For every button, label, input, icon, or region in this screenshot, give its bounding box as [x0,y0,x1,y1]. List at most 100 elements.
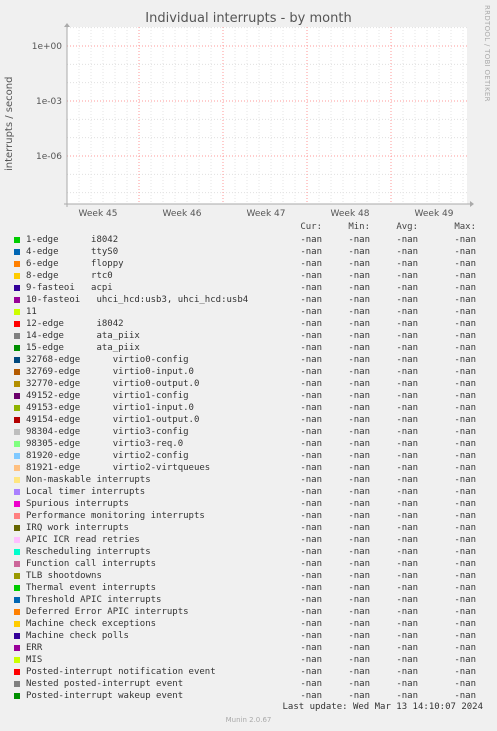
legend-row: 32769-edge virtio0-input.0 -nan -nan -nan -n… [0,366,497,378]
y-tick-label: 1e+00 [32,42,63,52]
y-ticks: 1e+00 1e-03 1e-06 [32,42,63,162]
legend-swatch [14,561,20,567]
x-tick-label: Week 46 [163,209,202,219]
legend-label: Spurious interrupts [26,499,129,509]
legend-avg-value: -nan [396,439,418,449]
legend-min-value: -nan [348,535,370,545]
legend-header-min: Min: [348,222,370,232]
legend-label: 49153-edge virtio1-input.0 [26,403,194,413]
legend-cur-value: -nan [300,235,322,245]
legend-avg-value: -nan [396,427,418,437]
legend-min-value: -nan [348,571,370,581]
legend-row: Local timer interrupts -nan -nan -nan -nan [0,486,497,498]
legend-swatch [14,525,20,531]
legend-label: 10-fasteoi uhci_hcd:usb3, uhci_hcd:usb4 [26,295,249,305]
legend-min-value: -nan [348,511,370,521]
legend-row: Posted-interrupt notification event -nan -… [0,666,497,678]
legend-label: Machine check polls [26,631,129,641]
legend-min-value: -nan [348,595,370,605]
legend-label: Threshold APIC interrupts [26,595,162,605]
legend-label: TLB shootdowns [26,571,102,581]
legend-row: Performance monitoring interrupts -nan -na… [0,510,497,522]
legend-label: 98304-edge virtio3-config [26,427,189,437]
legend-header-max: Max: [454,222,476,232]
legend-row: Non-maskable interrupts -nan -nan -nan -nan [0,474,497,486]
legend-min-value: -nan [348,439,370,449]
legend-min-value: -nan [348,343,370,353]
legend-avg-value: -nan [396,607,418,617]
legend-avg-value: -nan [396,391,418,401]
legend-min-value: -nan [348,667,370,677]
legend-swatch [14,669,20,675]
legend-min-value: -nan [348,487,370,497]
legend-min-value: -nan [348,547,370,557]
legend-avg-value: -nan [396,619,418,629]
legend-label: 49154-edge virtio1-output.0 [26,415,200,425]
legend-avg-value: -nan [396,475,418,485]
legend-label: ERR [26,643,43,653]
legend-cur-value: -nan [300,523,322,533]
legend-label: 81920-edge virtio2-config [26,451,189,461]
legend-row: Thermal event interrupts -nan -nan -nan -nan [0,582,497,594]
legend-avg-value: -nan [396,487,418,497]
legend-max-value: -nan [454,559,476,569]
legend-label: 8-edge rtc0 [26,271,113,281]
legend-max-value: -nan [454,583,476,593]
legend-row: Posted-interrupt wakeup event -nan -nan -na… [0,690,497,702]
legend-row: 11 -nan -nan -nan -nan [0,306,497,318]
legend-row: 98305-edge virtio3-req.0 -nan -nan -nan -nan [0,438,497,450]
legend-swatch [14,237,20,243]
legend-min-value: -nan [348,607,370,617]
legend-swatch [14,345,20,351]
legend-cur-value: -nan [300,451,322,461]
legend-cur-value: -nan [300,499,322,509]
legend-min-value: -nan [348,307,370,317]
legend-max-value: -nan [454,391,476,401]
legend-swatch [14,537,20,543]
legend-swatch [14,297,20,303]
legend-avg-value: -nan [396,331,418,341]
legend-avg-value: -nan [396,403,418,413]
legend-avg-value: -nan [396,535,418,545]
x-ticks: Week 45 Week 46 Week 47 Week 48 Week 49 [79,209,454,219]
legend-max-value: -nan [454,307,476,317]
legend-row: Machine check exceptions -nan -nan -nan -nan [0,618,497,630]
legend-cur-value: -nan [300,571,322,581]
legend-row: 15-edge ata_piix -nan -nan -nan -nan [0,342,497,354]
legend-cur-value: -nan [300,283,322,293]
legend-min-value: -nan [348,463,370,473]
legend-swatch [14,657,20,663]
legend-row: Function call interrupts -nan -nan -nan -nan [0,558,497,570]
x-tick-label: Week 48 [331,209,370,219]
legend-swatch [14,285,20,291]
legend-max-value: -nan [454,475,476,485]
legend-cur-value: -nan [300,427,322,437]
legend-max-value: -nan [454,295,476,305]
legend-avg-value: -nan [396,595,418,605]
legend-swatch [14,333,20,339]
legend-avg-value: -nan [396,307,418,317]
legend-min-value: -nan [348,259,370,269]
legend-swatch [14,693,20,699]
legend-avg-value: -nan [396,451,418,461]
legend-min-value: -nan [348,283,370,293]
legend-row: IRQ work interrupts -nan -nan -nan -nan [0,522,497,534]
legend-max-value: -nan [454,403,476,413]
legend-row: 32770-edge virtio0-output.0 -nan -nan -nan -… [0,378,497,390]
legend-header: Cur: Min: Avg: Max: [0,222,497,234]
legend-min-value: -nan [348,619,370,629]
y-axis-arrow [64,23,70,27]
legend-avg-value: -nan [396,679,418,689]
legend-max-value: -nan [454,367,476,377]
legend-min-value: -nan [348,391,370,401]
legend-avg-value: -nan [396,415,418,425]
legend-min-value: -nan [348,415,370,425]
legend-swatch [14,357,20,363]
legend-avg-value: -nan [396,283,418,293]
legend-row: Spurious interrupts -nan -nan -nan -nan [0,498,497,510]
legend-min-value: -nan [348,451,370,461]
y-tick-label: 1e-06 [36,152,62,162]
legend-cur-value: -nan [300,583,322,593]
legend-swatch [14,261,20,267]
legend-max-value: -nan [454,451,476,461]
